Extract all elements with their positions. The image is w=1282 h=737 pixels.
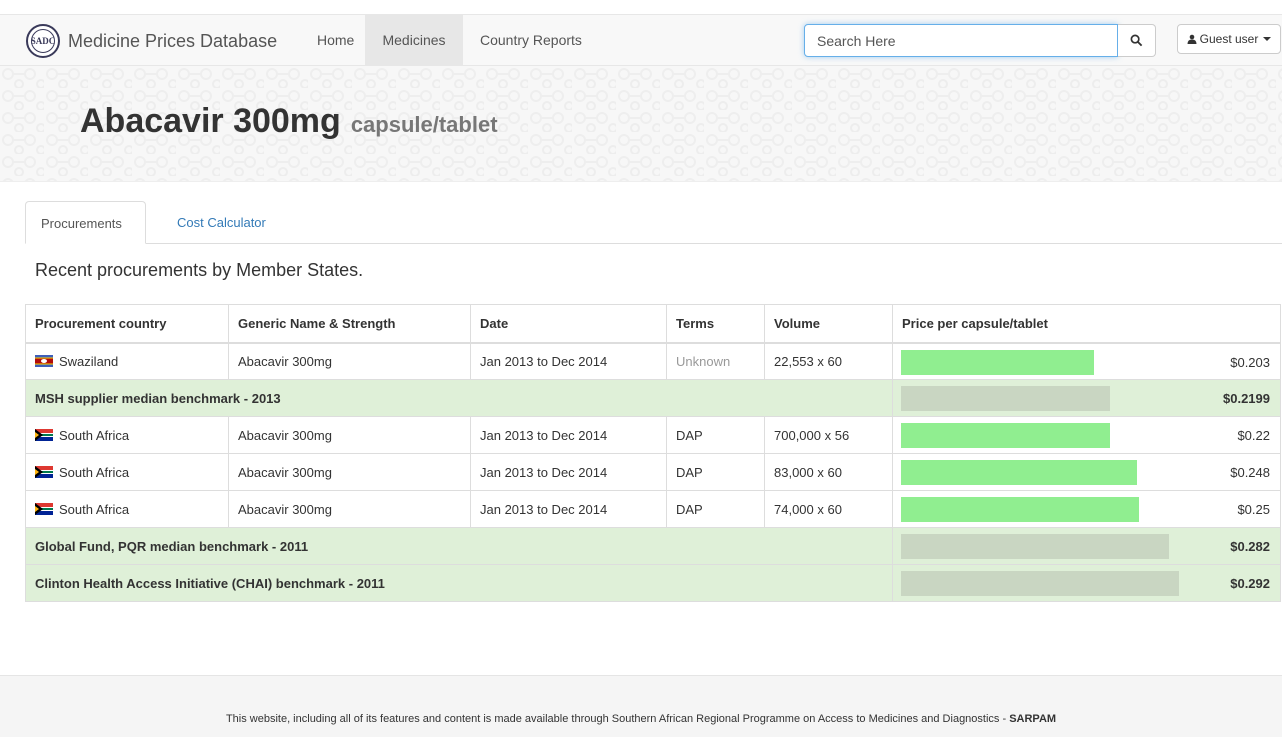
country-name: South Africa [59,427,130,443]
caret-down-icon [1263,37,1272,41]
price-bar [901,571,1179,596]
volume-cell: 83,000 x 60 [764,453,893,491]
search-button[interactable] [1118,24,1156,57]
brand[interactable]: SADC Medicine Prices Database [26,24,277,58]
section-title: Recent procurements by Member States. [35,260,364,280]
price-value: $0.292 [1230,576,1270,591]
header-volume: Volume [764,304,893,344]
price-cell: $0.2199 [892,379,1281,417]
volume-cell: 700,000 x 56 [764,416,893,454]
logo-text: SADC [30,36,56,46]
price-bar [901,534,1169,559]
table-row: Swaziland Abacavir 300mg Jan 2013 to Dec… [25,342,1281,380]
price-value: $0.22 [1237,428,1270,443]
south-africa-flag-icon [35,465,53,478]
date-cell: Jan 2013 to Dec 2014 [470,490,667,528]
generic-cell: Abacavir 300mg [228,490,471,528]
terms-cell: Unknown [666,342,765,380]
user-label: Guest user [1199,32,1259,46]
search-form [804,24,1156,57]
price-value: $0.203 [1230,354,1270,370]
nav-medicines-link[interactable]: Medicines [365,15,463,65]
generic-cell: Abacavir 300mg [228,416,471,454]
terms-cell: DAP [666,490,765,528]
volume-cell: 74,000 x 60 [764,490,893,528]
benchmark-label: MSH supplier median benchmark - 2013 [25,379,893,417]
benchmark-label: Global Fund, PQR median benchmark - 2011 [25,527,893,565]
volume-cell: 22,553 x 60 [764,342,893,380]
country-cell[interactable]: South Africa [25,416,229,454]
south-africa-flag-icon [35,502,53,515]
top-spacer [0,0,1282,14]
tab-procurements[interactable]: Procurements [25,201,146,244]
price-cell: $0.22 [892,416,1281,454]
search-input[interactable] [804,24,1118,57]
terms-cell: DAP [666,453,765,491]
country-cell[interactable]: South Africa [25,490,229,528]
hero-banner: Abacavir 300mg capsule/tablet [0,66,1282,182]
benchmark-row: MSH supplier median benchmark - 2013 $0.… [25,379,1281,417]
benchmark-row: Clinton Health Access Initiative (CHAI) … [25,564,1281,602]
price-bar [901,423,1110,448]
header-date: Date [470,304,667,344]
page-title: Abacavir 300mg capsule/tablet [80,102,498,141]
terms-cell: DAP [666,416,765,454]
table-header-row: Procurement country Generic Name & Stren… [25,304,1281,344]
generic-cell: Abacavir 300mg [228,342,471,380]
price-cell: $0.25 [892,490,1281,528]
swaziland-flag-icon [35,354,53,367]
footer-sarpam: SARPAM [1009,713,1057,725]
date-cell: Jan 2013 to Dec 2014 [470,416,667,454]
nav-home-link[interactable]: Home [302,15,369,65]
date-cell: Jan 2013 to Dec 2014 [470,453,667,491]
header-procurement-country: Procurement country [25,304,229,344]
user-menu-button[interactable]: Guest user [1177,24,1281,54]
price-value: $0.25 [1237,502,1270,517]
table-row: South Africa Abacavir 300mg Jan 2013 to … [25,453,1281,491]
tab-cost-calculator[interactable]: Cost Calculator [162,201,281,244]
price-bar [901,386,1110,411]
country-name: Swaziland [59,353,119,369]
country-cell[interactable]: Swaziland [25,342,229,380]
search-icon [1130,34,1143,47]
price-value: $0.248 [1230,465,1270,480]
price-cell: $0.292 [892,564,1281,602]
tab-bar: Procurements Cost Calculator [25,201,1282,244]
footer: This website, including all of its featu… [0,675,1282,737]
price-cell: $0.282 [892,527,1281,565]
country-cell[interactable]: South Africa [25,453,229,491]
country-name: South Africa [59,464,130,480]
header-price: Price per capsule/tablet [892,304,1281,344]
medicine-name: Abacavir 300mg [80,102,341,140]
country-name: South Africa [59,501,130,517]
benchmark-label: Clinton Health Access Initiative (CHAI) … [25,564,893,602]
brand-name[interactable]: Medicine Prices Database [68,31,277,52]
header-generic-name: Generic Name & Strength [228,304,471,344]
navbar: SADC Medicine Prices Database Home Medic… [0,14,1282,66]
procurements-table: Procurement country Generic Name & Stren… [25,304,1281,602]
price-bar [901,497,1139,522]
benchmark-row: Global Fund, PQR median benchmark - 2011… [25,527,1281,565]
header-terms: Terms [666,304,765,344]
footer-text: This website, including all of its featu… [0,706,1282,732]
medicine-form: capsule/tablet [350,112,498,137]
generic-cell: Abacavir 300mg [228,453,471,491]
user-icon [1187,34,1197,44]
south-africa-flag-icon [35,428,53,441]
price-bar [901,349,1094,375]
sadc-logo: SADC [26,24,60,58]
date-cell: Jan 2013 to Dec 2014 [470,342,667,380]
table-row: South Africa Abacavir 300mg Jan 2013 to … [25,416,1281,454]
price-value: $0.282 [1230,539,1270,554]
nav-country-reports-link[interactable]: Country Reports [465,15,597,65]
footer-body: This website, including all of its featu… [225,713,1010,725]
price-cell: $0.248 [892,453,1281,491]
price-value: $0.2199 [1223,391,1270,406]
price-cell: $0.203 [892,342,1281,380]
table-row: South Africa Abacavir 300mg Jan 2013 to … [25,490,1281,528]
price-bar [901,460,1137,485]
